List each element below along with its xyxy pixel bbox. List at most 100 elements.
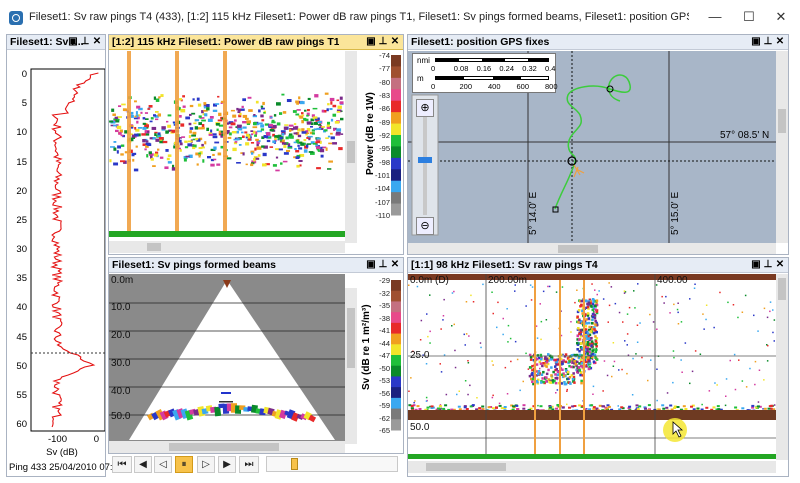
formed-beams-view: [109, 274, 401, 444]
close-button[interactable]: ✕: [766, 6, 796, 28]
colorbar-tick-label: -59: [379, 401, 390, 410]
colorbar-tick-label: -50: [379, 363, 390, 373]
longitude-label: 5° 14.0' E: [528, 191, 539, 235]
title-bar: Fileset1: Sv raw pings T4 (433), [1:2] 1…: [0, 0, 800, 34]
colorbar-tick-label: -92: [379, 131, 390, 140]
vertical-scrollbar[interactable]: [776, 274, 788, 460]
depth-tick-label: 30: [16, 244, 27, 255]
colorbar-tick-label: -80: [379, 77, 390, 87]
vertical-scrollbar[interactable]: [345, 288, 357, 444]
colorbar-tick-label: -65: [379, 426, 390, 435]
colorbar-tick-label: -95: [379, 144, 390, 154]
colorbar-tick-label: -35: [379, 301, 390, 310]
colorbar-tick-label: -89: [379, 117, 390, 127]
depth-tick-label: 45: [16, 331, 27, 343]
pause-button[interactable]: ⏸: [175, 456, 193, 473]
horizontal-scrollbar[interactable]: [109, 441, 345, 453]
ping-status-bar: [408, 454, 776, 459]
horizontal-scrollbar[interactable]: [408, 461, 776, 473]
beam-depth-label: 10.0: [111, 302, 131, 313]
scale-tick-label: 0.4: [545, 64, 556, 73]
colorbar-tick-label: -107: [374, 197, 390, 207]
first-ping-button[interactable]: ⏮: [112, 456, 132, 473]
status-text: Ping 433 25/04/2010 07:4: [9, 462, 118, 473]
gps-panel[interactable]: Fileset1: position GPS fixes ▣ ⊥ ✕ nmi 0 0.…: [407, 34, 789, 255]
beam-depth-label: 20.0: [111, 330, 131, 341]
scale-tick-label: 0: [431, 64, 436, 73]
colorbar-tick-label: -56: [379, 388, 390, 398]
depth-tick-label: 50: [16, 360, 27, 372]
ping-slider-thumb[interactable]: [291, 458, 298, 470]
scale-tick-label: 0.32: [522, 64, 537, 73]
colorbar-tick-label: -62: [379, 413, 390, 423]
sv-echogram: [408, 274, 776, 459]
colorbar-tick-label: -74: [379, 51, 390, 60]
beam-depth-label: 30.0: [111, 358, 131, 369]
ping-marker-line: [534, 280, 536, 454]
vertical-scrollbar[interactable]: [776, 51, 788, 243]
depth-tick-label: 55: [16, 389, 27, 401]
ping-marker-line: [127, 51, 131, 231]
beams-panel[interactable]: Fileset1: Sv pings formed beams ▣ ⊥ ✕ 0.0m…: [108, 257, 404, 454]
zoom-in-icon[interactable]: ⊕: [416, 99, 434, 117]
depth-label: 25.0: [410, 350, 430, 361]
echogram-panel[interactable]: [1:1] 98 kHz Fileset1: Sv raw pings T4 ▣…: [407, 257, 789, 477]
scale-tick-label: 600: [516, 82, 530, 91]
colorbar-tick-label: -53: [379, 376, 390, 385]
zoom-out-icon[interactable]: ⊖: [416, 217, 434, 235]
colorbar-tick-label: -41: [379, 326, 390, 335]
application-window: Fileset1: Sv raw pings T4 (433), [1:2] 1…: [0, 0, 800, 483]
beam-depth-label: 50.0: [111, 411, 131, 422]
colorbar-tick-label: -77: [379, 64, 390, 74]
colorbar-tick-label: -110: [375, 211, 390, 220]
minimize-button[interactable]: —: [700, 6, 730, 28]
beam-depth-label: 0.0m: [111, 275, 134, 286]
sv-colorbar: [391, 280, 401, 431]
ping-slider[interactable]: [266, 456, 398, 472]
ping-marker-line: [583, 280, 585, 454]
depth-tick-label: 20: [16, 185, 27, 197]
echogram-top-label: 0.0m (D): [410, 275, 449, 286]
colorbar-tick-label: -29: [379, 276, 390, 285]
vertical-scrollbar[interactable]: [345, 51, 357, 243]
colorbar-tick-label: -44: [379, 338, 390, 348]
ping-marker-line: [175, 51, 179, 231]
beam-depth-label: 40.0: [111, 386, 131, 397]
depth-tick-label: 40: [16, 302, 27, 314]
horizontal-scrollbar[interactable]: [408, 243, 776, 254]
colorbar-tick-label: -104: [374, 184, 390, 194]
profile-x-axis-label: Sv (dB): [46, 447, 78, 458]
depth-tick-label: 60: [16, 419, 27, 430]
colorbar-tick-label: -98: [379, 157, 390, 167]
depth-tick-label: 15: [16, 156, 27, 168]
power-colorbar: [391, 55, 401, 216]
power-echogram: [109, 51, 401, 249]
longitude-label: 5° 15.0' E: [670, 191, 681, 235]
depth-label: 50.0: [410, 422, 430, 433]
colorbar-tick-label: -47: [379, 351, 390, 360]
x-tick-label: -100: [47, 434, 67, 445]
ping-status-bar: [109, 231, 345, 237]
previous-ping-button[interactable]: ◀: [134, 456, 152, 473]
app-icon: [9, 11, 23, 25]
profile-panel[interactable]: Fileset1: Sv r... ▣ ⊥ ✕ 0 5 10 15 20 25 30 35 40 45…: [6, 34, 106, 477]
ping-marker-line: [559, 280, 561, 454]
maximize-button[interactable]: ☐: [734, 6, 764, 28]
scale-tick-label: 800: [545, 82, 558, 91]
power-panel[interactable]: [1:2] 115 kHz Fileset1: Power dB raw pin…: [108, 34, 404, 255]
scale-tick-label: 0.08: [453, 64, 469, 73]
scale-bar: nmi 0 0.08 0.16 0.24 0.32 0.4 m 0 200 400 600 800: [412, 53, 558, 93]
step-forward-button[interactable]: ▷: [197, 456, 215, 473]
last-ping-button[interactable]: ⏭: [239, 456, 259, 473]
step-back-button[interactable]: ◁: [154, 456, 172, 473]
depth-tick-label: 35: [16, 273, 27, 285]
colorbar-tick-label: -32: [379, 288, 390, 298]
latitude-label: 57° 08.5' N: [720, 130, 770, 141]
colorbar-tick-label: -86: [379, 104, 390, 114]
next-ping-button[interactable]: ▶: [218, 456, 236, 473]
horizontal-scrollbar[interactable]: [109, 241, 345, 253]
colorbar-tick-label: -38: [379, 313, 390, 323]
scale-tick-label: 0.16: [476, 64, 492, 73]
ping-marker-line: [223, 51, 227, 231]
echogram-top-label: 200.00m: [488, 275, 527, 286]
